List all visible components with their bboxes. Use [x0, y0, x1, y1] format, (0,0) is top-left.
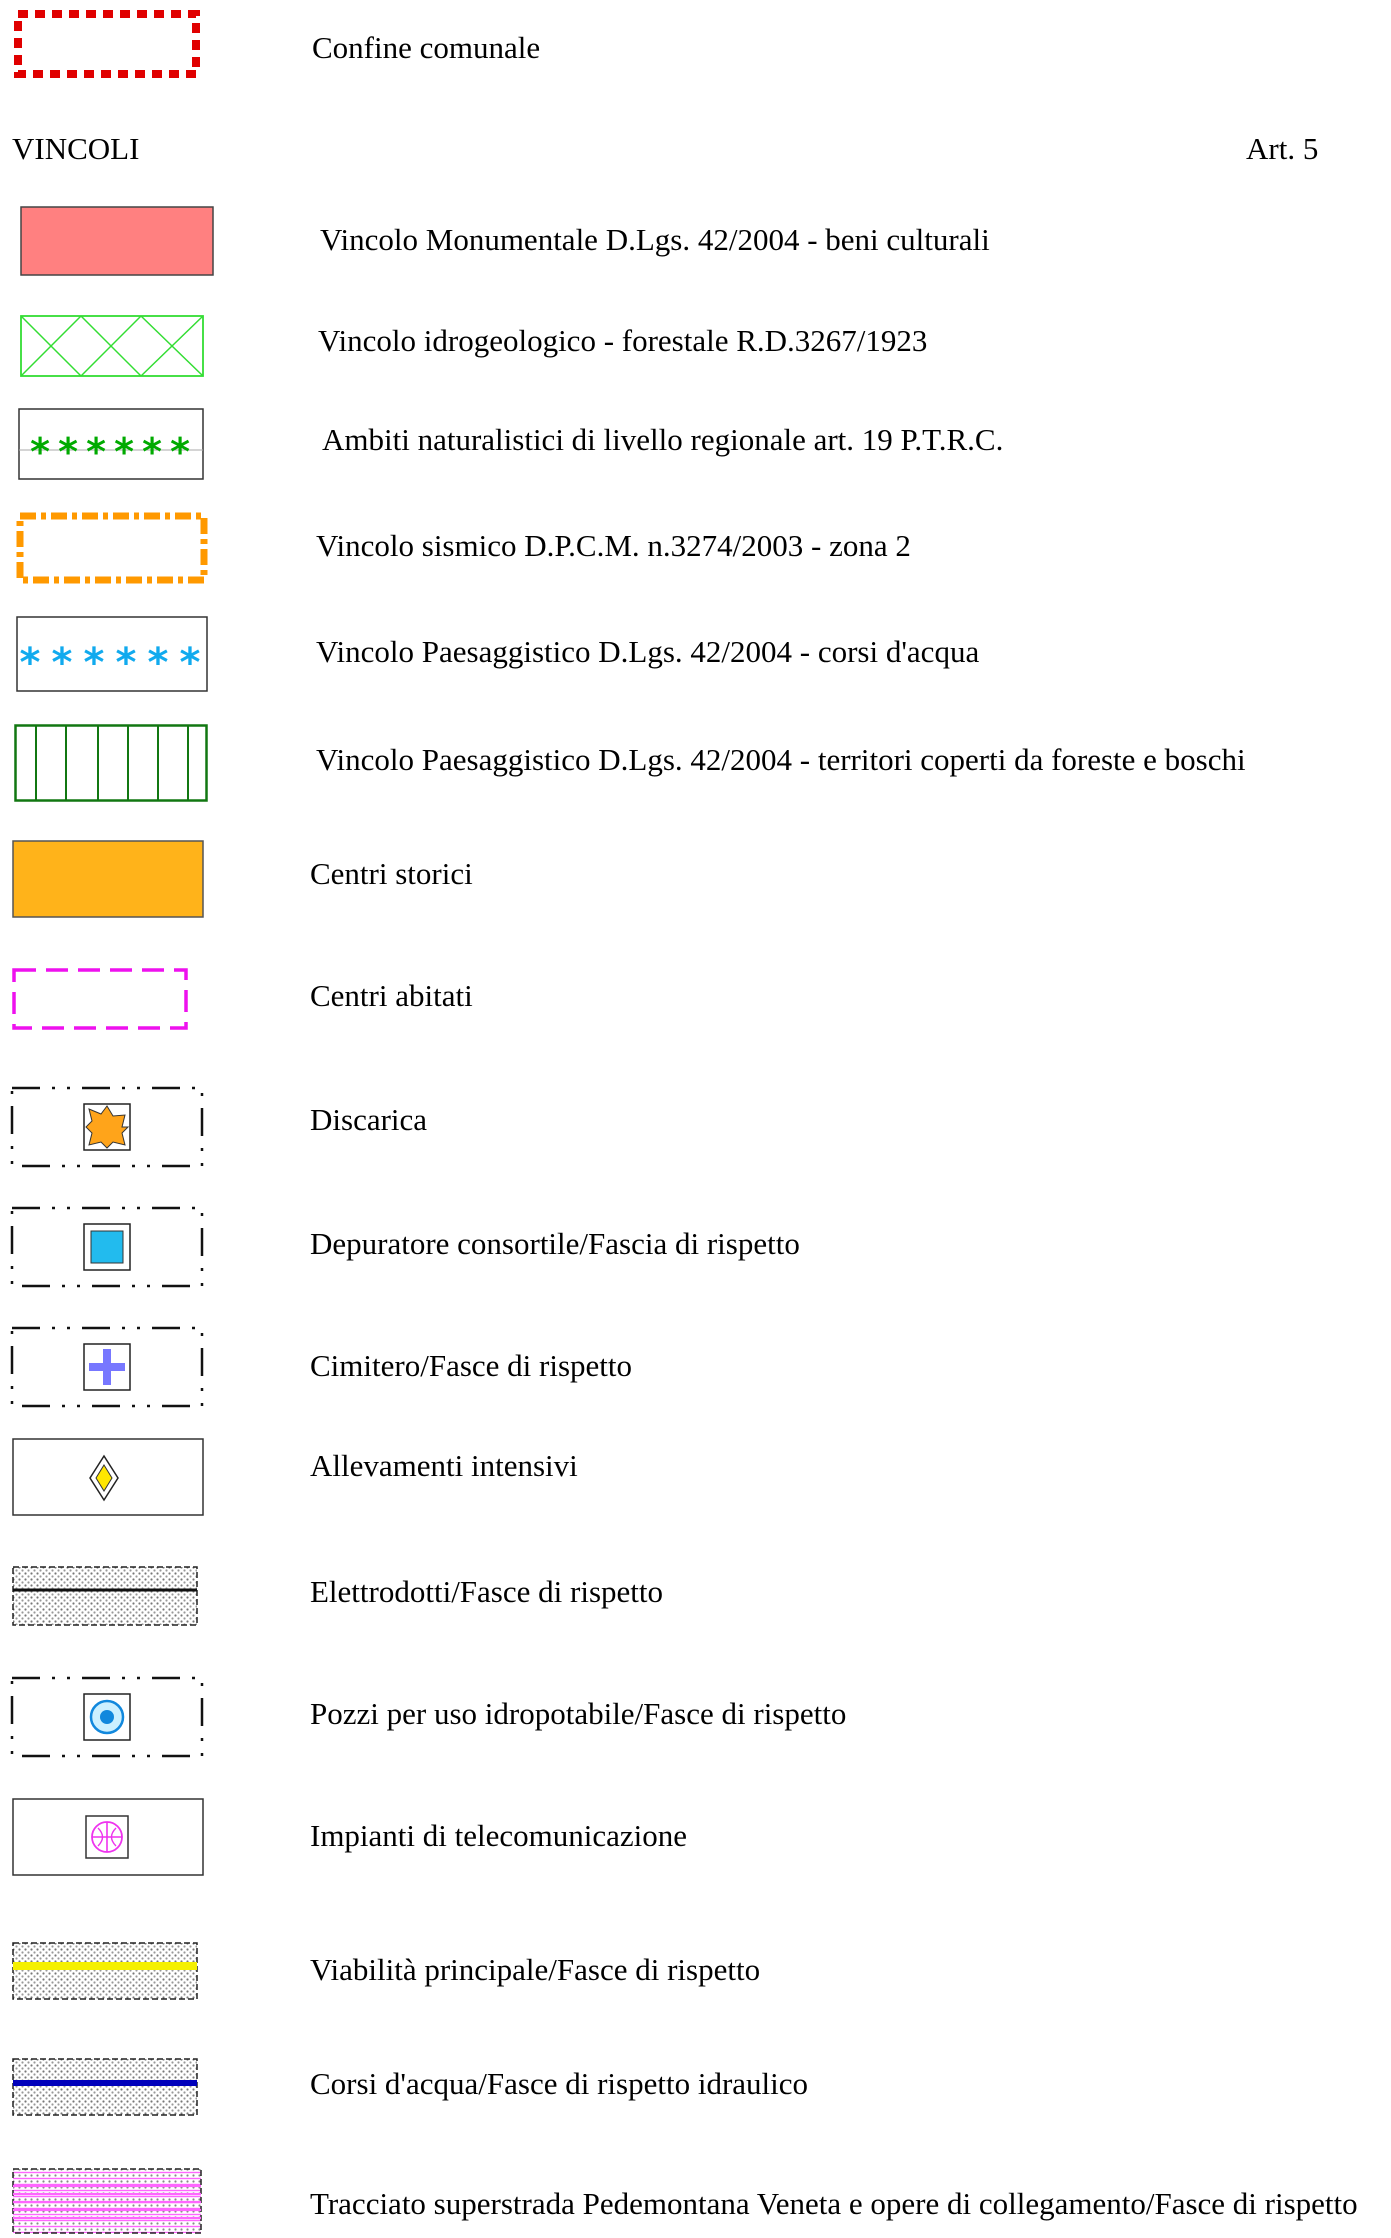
cyan-asterisks-symbol: * * * * * * [16, 616, 208, 692]
legend-label: Centri storici [310, 856, 473, 891]
yellow-road-band-symbol [12, 1942, 198, 2000]
legend-label: Tracciato superstrada Pedemontana Veneta… [310, 2186, 1358, 2221]
power-line-band-symbol [12, 1566, 198, 1626]
legend-label: Vincolo Monumentale D.Lgs. 42/2004 - ben… [320, 222, 990, 257]
green-crosshatch-symbol [20, 315, 204, 377]
svg-text:*: * [30, 430, 50, 474]
legend-label: Vincolo Paesaggistico D.Lgs. 42/2004 - c… [316, 634, 980, 669]
legend-label: Allevamenti intensivi [310, 1448, 578, 1483]
svg-text:*: * [148, 640, 169, 686]
green-vertical-stripes-symbol [14, 724, 208, 802]
legend-label: Corsi d'acqua/Fasce di rispetto idraulic… [310, 2066, 809, 2101]
magenta-dashed-border-symbol [12, 968, 188, 1030]
landfill-buffer-symbol [10, 1086, 204, 1168]
municipal-boundary-symbol [14, 10, 200, 78]
svg-text:*: * [84, 640, 105, 686]
livestock-symbol [12, 1438, 204, 1516]
well-buffer-symbol [10, 1676, 204, 1758]
cyan-square-icon [83, 1223, 131, 1271]
legend-label: Vincolo idrogeologico - forestale R.D.32… [318, 323, 928, 358]
legend-label: Discarica [310, 1102, 428, 1137]
blue-water-band-symbol [12, 2058, 198, 2116]
svg-text:*: * [116, 640, 137, 686]
legend-label: Pozzi per uso idropotabile/Fasce di risp… [310, 1696, 847, 1731]
orange-star-icon [83, 1103, 131, 1151]
section-article: Art. 5 [1246, 131, 1319, 166]
orange-fill-symbol [12, 840, 204, 918]
legend-label: Confine comunale [312, 30, 541, 65]
svg-text:*: * [170, 430, 190, 474]
svg-text:*: * [20, 640, 41, 686]
well-circle-icon [83, 1693, 131, 1741]
section-title: VINCOLI [12, 131, 140, 166]
legend-label: Elettrodotti/Fasce di rispetto [310, 1574, 663, 1609]
legend-label: Impianti di telecomunicazione [310, 1818, 688, 1853]
legend-label: Vincolo Paesaggistico D.Lgs. 42/2004 - t… [316, 742, 1246, 777]
legend-label: Centri abitati [310, 978, 473, 1013]
svg-text:*: * [58, 430, 78, 474]
svg-text:*: * [114, 430, 134, 474]
legend-label: Cimitero/Fasce di rispetto [310, 1348, 633, 1383]
orange-dashdot-border-symbol [16, 512, 208, 584]
telecom-symbol [12, 1798, 204, 1876]
salmon-fill-symbol [20, 206, 214, 276]
legend-label: Viabilità principale/Fasce di rispetto [310, 1952, 761, 1987]
svg-text:*: * [180, 640, 201, 686]
cemetery-buffer-symbol [10, 1326, 204, 1408]
svg-text:*: * [52, 640, 73, 686]
legend-label: Depuratore consortile/Fascia di rispetto [310, 1226, 800, 1261]
pink-road-band-symbol [12, 2168, 202, 2234]
svg-text:*: * [142, 430, 162, 474]
purifier-buffer-symbol [10, 1206, 204, 1288]
blue-cross-icon [83, 1343, 131, 1391]
legend-label: Vincolo sismico D.P.C.M. n.3274/2003 - z… [316, 528, 911, 563]
green-asterisks-symbol: * * * * * * [18, 408, 204, 480]
svg-text:*: * [86, 430, 106, 474]
antenna-icon [85, 1815, 129, 1859]
legend-label: Ambiti naturalistici di livello regional… [322, 422, 1004, 457]
